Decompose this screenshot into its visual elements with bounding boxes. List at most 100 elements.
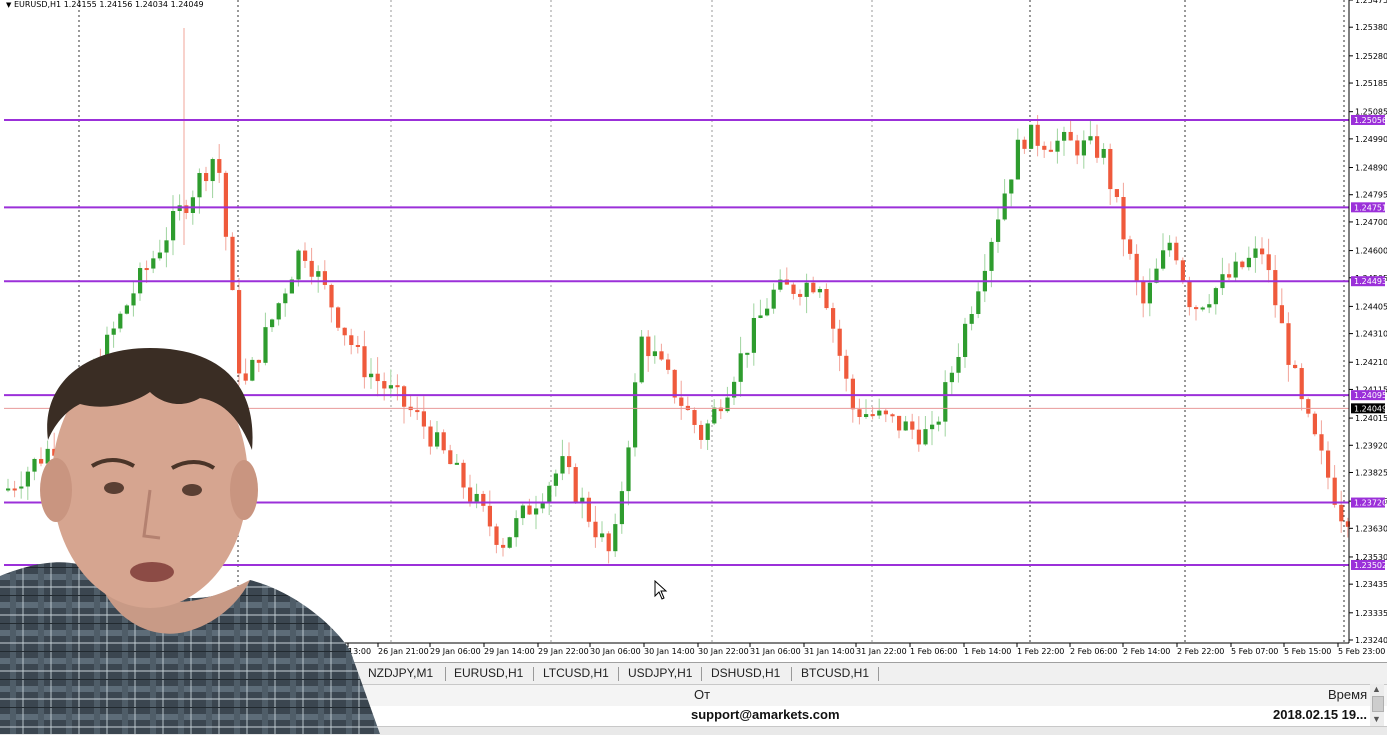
level-price-label: 1.25056 [1354, 116, 1387, 125]
candle-body [190, 197, 195, 213]
candle-body [322, 271, 327, 285]
candle-body [883, 410, 888, 415]
tab-separator [701, 667, 702, 681]
candle-body [1035, 124, 1040, 146]
time-tick-label: 2 Feb 14:00 [1123, 647, 1170, 656]
candle-body [771, 289, 776, 309]
candle-body [1141, 281, 1146, 304]
candle-body [1075, 140, 1080, 156]
candle-body [943, 382, 948, 422]
candle-body [1015, 139, 1020, 180]
candle-body [699, 424, 704, 440]
candle-body [619, 491, 624, 525]
candle-body [1167, 242, 1172, 251]
column-header-time[interactable]: Время [1328, 687, 1367, 702]
price-tick-label: 1.23920 [1355, 441, 1387, 450]
tab-eurusd-h1[interactable]: EURUSD,H1 [454, 666, 523, 680]
scroll-down-icon[interactable]: ▼ [1372, 714, 1381, 724]
price-tick-label: 1.24310 [1355, 330, 1387, 339]
tab-dshusd-h1[interactable]: DSHUSD,H1 [711, 666, 780, 680]
candle-body [963, 323, 968, 357]
candle-body [1339, 504, 1344, 522]
candle-body [639, 336, 644, 383]
scroll-thumb[interactable] [1372, 696, 1384, 712]
candle-body [1101, 148, 1106, 158]
candle-body [738, 353, 743, 382]
candle-body [646, 336, 651, 357]
candle-body [1260, 248, 1265, 255]
candle-body [1207, 304, 1212, 308]
candle-body [474, 493, 479, 502]
candle-body [586, 497, 591, 522]
candle-body [1266, 254, 1271, 271]
candle-body [1187, 281, 1192, 308]
level-price-label: 1.24751 [1354, 203, 1387, 212]
candle-body [1253, 248, 1258, 258]
candle-body [1279, 305, 1284, 324]
candle-body [936, 421, 941, 425]
candle-body [626, 447, 631, 492]
time-tick-label: 5 Feb 23:00 [1338, 647, 1385, 656]
candle-body [903, 421, 908, 431]
candle-body [527, 505, 532, 515]
candle-body [157, 252, 162, 259]
candle-body [1319, 434, 1324, 451]
column-header-from[interactable]: От [694, 687, 710, 702]
price-tick-label: 1.23630 [1355, 524, 1387, 533]
candle-body [342, 327, 347, 336]
candle-body [1286, 323, 1291, 365]
price-tick-label: 1.24890 [1355, 164, 1387, 173]
candle-body [613, 524, 618, 552]
price-tick-label: 1.24210 [1355, 358, 1387, 367]
candle-body [659, 351, 664, 360]
candle-body [1147, 282, 1152, 304]
candle-body [910, 421, 915, 430]
tab-separator [445, 667, 446, 681]
candle-body [705, 423, 710, 440]
mouse-cursor-icon [654, 580, 668, 600]
candle-body [1009, 179, 1014, 194]
price-tick-label: 1.23825 [1355, 468, 1387, 477]
candle-body [1293, 364, 1298, 369]
candle-body [1121, 197, 1126, 240]
candle-body [210, 159, 215, 182]
candle-body [1180, 260, 1185, 282]
candle-body [1134, 253, 1139, 282]
symbol-info: ▼ EURUSD,H1 1.24155 1.24156 1.24034 1.24… [6, 0, 204, 9]
scroll-up-icon[interactable]: ▲ [1372, 684, 1381, 694]
candle-body [1048, 149, 1053, 152]
candle-body [1332, 477, 1337, 505]
candle-body [969, 314, 974, 324]
tab-ltcusd-h1[interactable]: LTCUSD,H1 [543, 666, 609, 680]
level-price-label: 1.24493 [1354, 277, 1387, 286]
candle-body [507, 537, 512, 548]
candle-body [1022, 139, 1027, 149]
candle-body [468, 487, 473, 502]
candle-body [633, 382, 638, 448]
candle-body [270, 319, 275, 328]
candle-body [890, 414, 895, 417]
candle-body [897, 415, 902, 431]
candle-body [1029, 124, 1034, 149]
mailbox-scrollbar[interactable]: ▲ ▼ [1370, 684, 1384, 726]
tab-usdjpy-h1[interactable]: USDJPY,H1 [628, 666, 692, 680]
candle-body [844, 355, 849, 379]
candle-body [1213, 288, 1218, 305]
time-tick-label: 30 Jan 06:00 [590, 647, 641, 656]
candle-body [111, 328, 116, 335]
mail-time: 2018.02.15 19... [1273, 707, 1367, 722]
candle-body [672, 369, 677, 398]
candle-body [415, 410, 420, 413]
candle-body [831, 308, 836, 329]
price-tick-label: 1.24405 [1355, 302, 1387, 311]
tab-btcusd-h1[interactable]: BTCUSD,H1 [801, 666, 869, 680]
candle-body [520, 505, 525, 519]
time-tick-label: 2 Feb 22:00 [1177, 647, 1224, 656]
candle-body [652, 351, 657, 357]
time-tick-label: 30 Jan 22:00 [698, 647, 749, 656]
candle-body [118, 313, 123, 329]
candle-body [850, 378, 855, 410]
dropdown-arrow-icon[interactable]: ▼ [6, 1, 11, 9]
candle-body [501, 544, 506, 548]
candle-body [573, 467, 578, 502]
